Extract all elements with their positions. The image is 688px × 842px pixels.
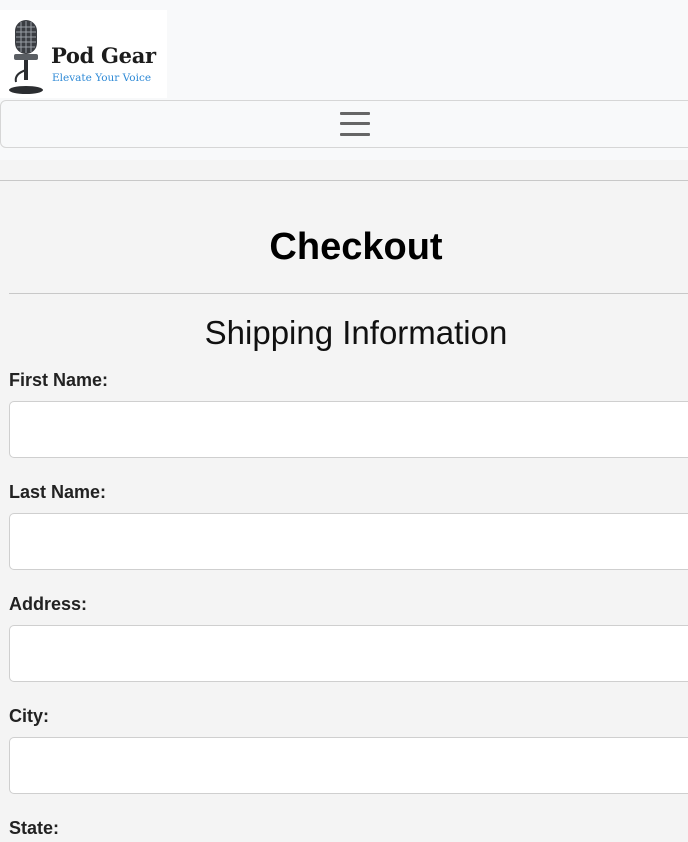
microphone-icon bbox=[9, 20, 43, 94]
section-title: Shipping Information bbox=[204, 314, 508, 351]
hamburger-bar bbox=[340, 122, 370, 125]
divider bbox=[9, 293, 688, 294]
hamburger-bar bbox=[340, 112, 370, 115]
divider bbox=[0, 180, 688, 181]
address-field[interactable] bbox=[9, 625, 688, 682]
last-name-label: Last Name: bbox=[9, 482, 107, 502]
state-label: State: bbox=[9, 818, 60, 838]
first-name-field[interactable] bbox=[9, 401, 688, 458]
brand-tagline: Elevate Your Voice bbox=[52, 72, 152, 84]
brand-logo[interactable]: Pod Gear Elevate Your Voice bbox=[0, 10, 167, 98]
city-field[interactable] bbox=[9, 737, 688, 794]
address-label: Address: bbox=[9, 594, 88, 614]
brand-name: Pod Gear bbox=[51, 43, 156, 68]
city-label: City: bbox=[9, 706, 49, 726]
first-name-label: First Name: bbox=[9, 370, 109, 390]
hamburger-menu-icon[interactable] bbox=[338, 110, 374, 140]
hamburger-bar bbox=[340, 133, 370, 136]
page-title: Checkout bbox=[269, 226, 443, 268]
last-name-field[interactable] bbox=[9, 513, 688, 570]
